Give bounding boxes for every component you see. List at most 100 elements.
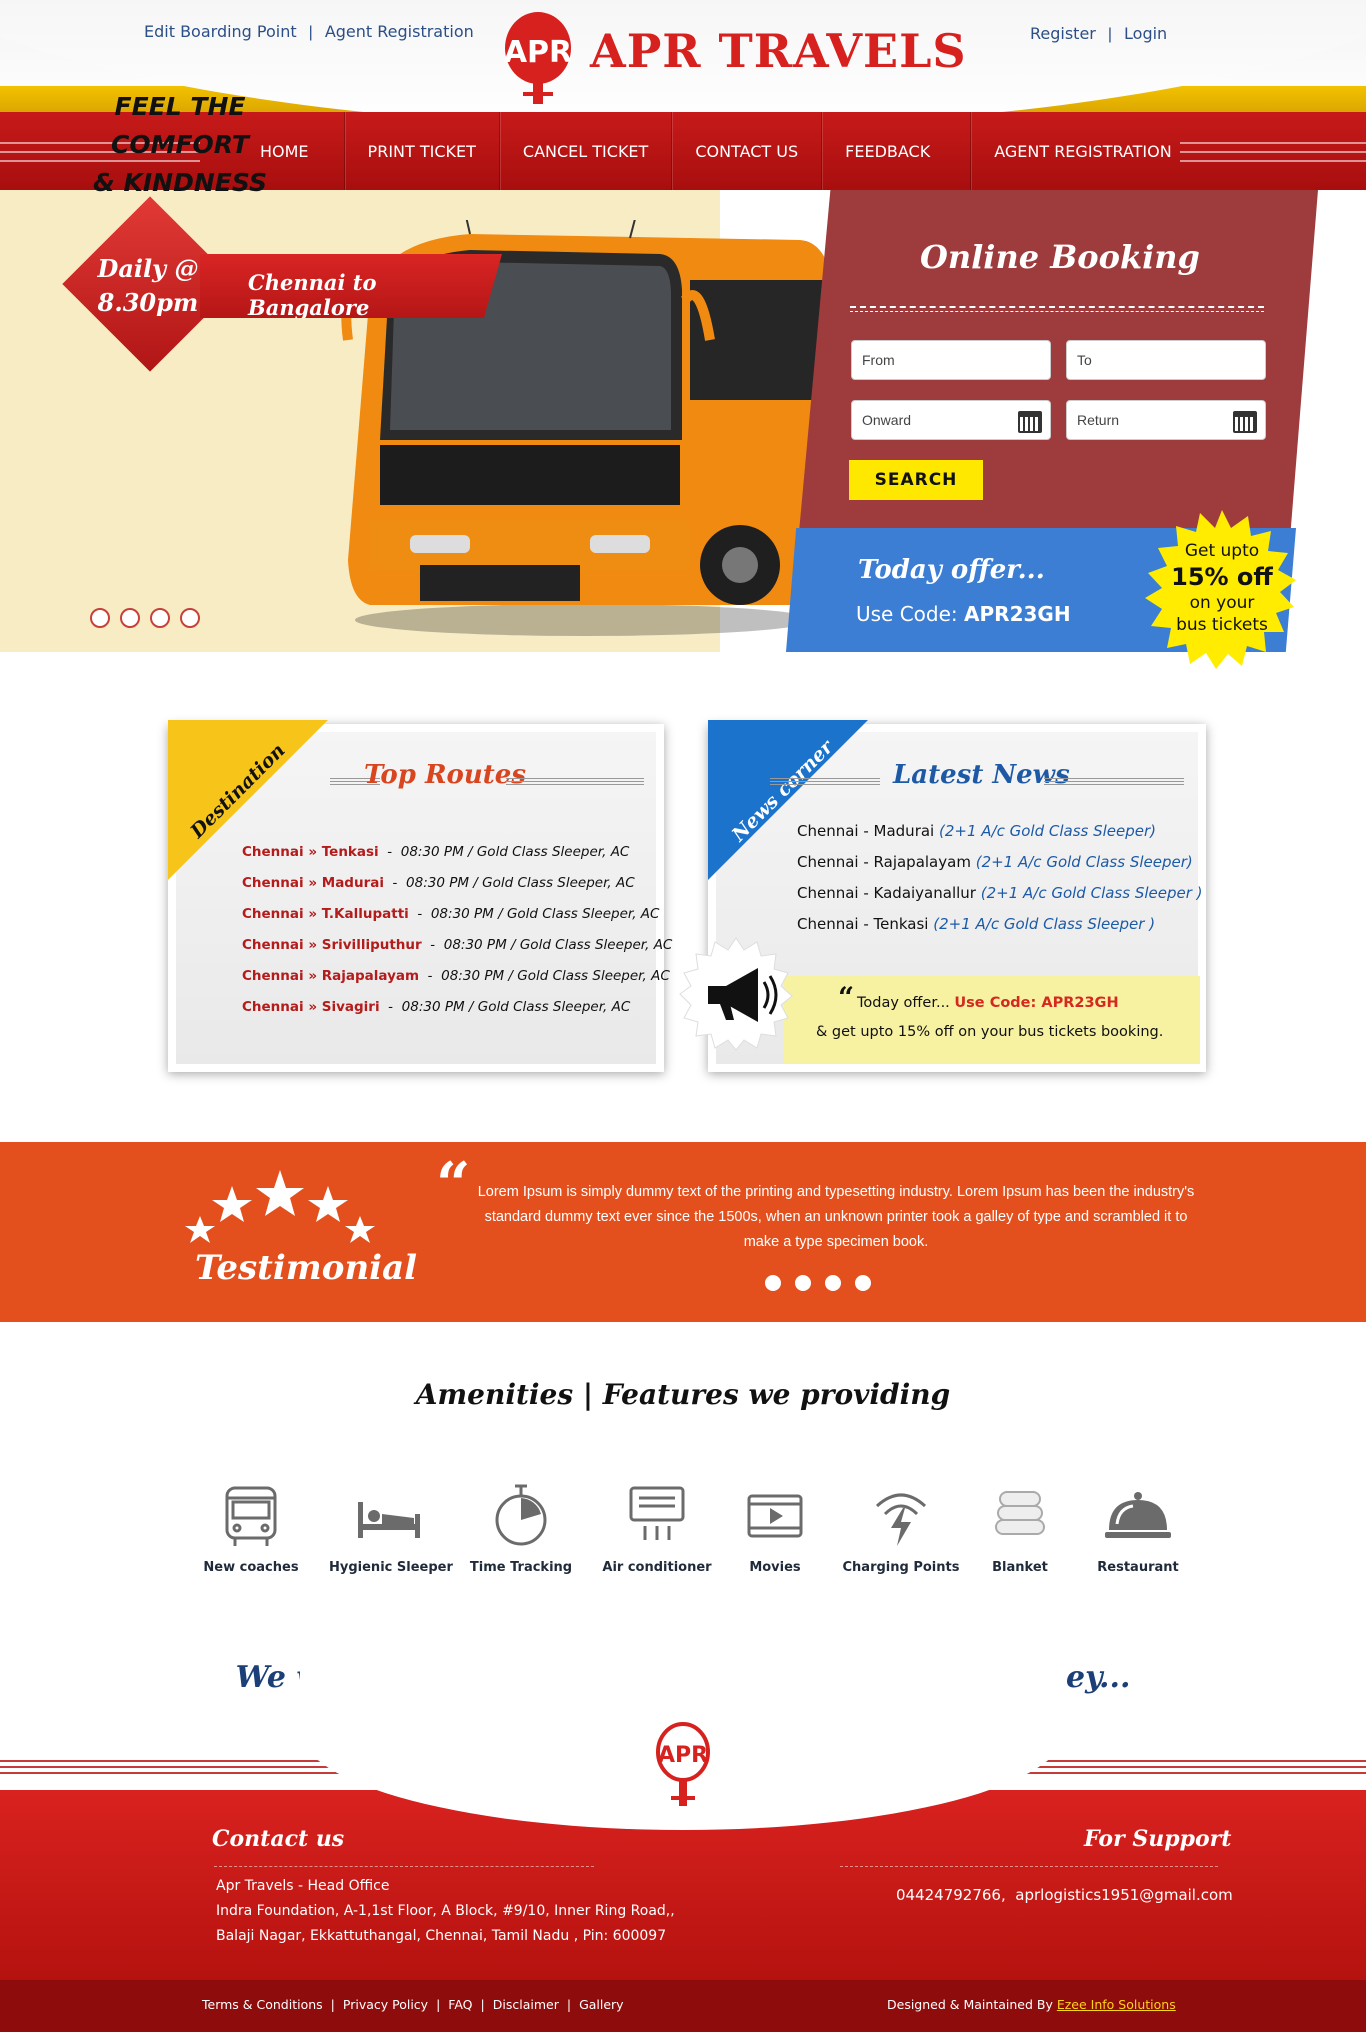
apr-logo-icon[interactable]: APR	[503, 10, 573, 110]
news-detail: (2+1 A/c Gold Class Sleeper)	[975, 853, 1193, 871]
apr-footer-logo-icon[interactable]: APR	[656, 1722, 710, 1814]
amenity-label: Restaurant	[1097, 1560, 1179, 1575]
slide-dot[interactable]	[180, 608, 200, 628]
nav-print-ticket[interactable]: PRINT TICKET	[345, 112, 500, 190]
news-offer-line2: & get upto 15% off on your bus tickets b…	[816, 1024, 1164, 1040]
link-separator: |	[436, 1997, 441, 2012]
testimonial-dot[interactable]	[795, 1275, 811, 1291]
top-route-item[interactable]: Chennai » Rajapalayam - 08:30 PM / Gold …	[242, 968, 670, 984]
link-separator: |	[480, 1997, 485, 2012]
amenity-label: Movies	[749, 1560, 801, 1575]
air-conditioner-icon	[629, 1486, 685, 1540]
credit-prefix: Designed & Maintained By	[887, 1997, 1053, 2012]
route-detail: 08:30 PM / Gold Class Sleeper, AC	[430, 906, 660, 922]
news-detail: (2+1 A/c Gold Class Sleeper )	[980, 884, 1203, 902]
nav-contact-us[interactable]: CONTACT US	[672, 112, 823, 190]
search-button[interactable]: SEARCH	[849, 460, 983, 500]
testimonial-dot[interactable]	[855, 1275, 871, 1291]
route-name[interactable]: Chennai » Tenkasi	[242, 844, 379, 860]
news-route: Chennai - Tenkasi	[797, 915, 929, 933]
news-detail: (2+1 A/c Gold Class Sleeper)	[939, 822, 1157, 840]
brand-name[interactable]: APR TRAVELS	[590, 24, 967, 78]
edit-boarding-point-link[interactable]: Edit Boarding Point	[144, 22, 297, 41]
support-phone[interactable]: 04424792766,	[896, 1886, 1006, 1904]
amenity-time-tracking: Time Tracking	[461, 1484, 581, 1575]
route-detail: 08:30 PM / Gold Class Sleeper, AC	[401, 999, 631, 1015]
link-separator: |	[566, 1997, 572, 2012]
login-link[interactable]: Login	[1124, 24, 1167, 43]
agent-registration-link[interactable]: Agent Registration	[325, 22, 474, 41]
daily-time-text: Daily @ 8.30pm	[58, 252, 238, 320]
onward-date-input[interactable]: Onward	[851, 400, 1051, 440]
amenity-air-conditioner: Air conditioner	[597, 1484, 717, 1575]
route-name[interactable]: Chennai » Srivilliputhur	[242, 937, 422, 953]
return-date-input[interactable]: Return	[1066, 400, 1266, 440]
news-item[interactable]: Chennai - Kadaiyanallur (2+1 A/c Gold Cl…	[797, 884, 1203, 902]
contact-divider	[214, 1866, 594, 1867]
nav-feedback[interactable]: FEEDBACK	[822, 112, 972, 190]
top-right-links: Register | Login	[1030, 24, 1167, 44]
route-name[interactable]: Chennai » Sivagiri	[242, 999, 380, 1015]
gallery-link[interactable]: Gallery	[579, 1997, 624, 2012]
route-detail: 08:30 PM / Gold Class Sleeper, AC	[406, 875, 635, 891]
route-name[interactable]: Chennai » Rajapalayam	[242, 968, 419, 984]
from-input[interactable]: From	[851, 340, 1051, 380]
news-item[interactable]: Chennai - Tenkasi (2+1 A/c Gold Class Sl…	[797, 915, 1155, 933]
slide-dot[interactable]	[90, 608, 110, 628]
news-route: Chennai - Rajapalayam	[797, 853, 971, 871]
slide-dot[interactable]	[150, 608, 170, 628]
amenity-charging-points: Charging Points	[841, 1484, 961, 1575]
faq-link[interactable]: FAQ	[448, 1997, 472, 2012]
hero-tagline: FEEL THE COMFORT & KINDNESS	[50, 88, 310, 202]
route-name[interactable]: Chennai » T.Kallupatti	[242, 906, 409, 922]
testimonial-dot[interactable]	[765, 1275, 781, 1291]
top-route-item[interactable]: Chennai » Sivagiri - 08:30 PM / Gold Cla…	[242, 999, 630, 1015]
footer-links: Terms & Conditions | Privacy Policy | FAQ |…	[202, 1997, 624, 2012]
link-separator: |	[308, 24, 313, 41]
title-rule-left	[770, 778, 880, 785]
testimonial-dots	[765, 1275, 871, 1291]
news-detail: (2+1 A/c Gold Class Sleeper )	[933, 915, 1156, 933]
route-name[interactable]: Chennai » Madurai	[242, 875, 384, 891]
calendar-icon[interactable]	[1018, 411, 1042, 433]
movie-icon	[747, 1494, 803, 1538]
title-rule-right	[1044, 778, 1184, 785]
quote-mark-icon: “	[838, 981, 855, 1014]
testimonial-text: Lorem Ipsum is simply dummy text of the …	[477, 1184, 1195, 1250]
disclaimer-link[interactable]: Disclaimer	[493, 1997, 559, 2012]
top-left-links: Edit Boarding Point | Agent Registration	[144, 22, 474, 42]
calendar-icon[interactable]	[1233, 411, 1257, 433]
news-item[interactable]: Chennai - Madurai (2+1 A/c Gold Class Sl…	[797, 822, 1156, 840]
news-offer-prefix: Today offer...	[857, 995, 950, 1011]
amenity-label: Hygienic Sleeper	[329, 1560, 453, 1575]
nav-agent-registration[interactable]: AGENT REGISTRATION	[971, 112, 1195, 190]
route-detail: 08:30 PM / Gold Class Sleeper, AC	[441, 968, 670, 984]
top-route-item[interactable]: Chennai » T.Kallupatti - 08:30 PM / Gold…	[242, 906, 659, 922]
address-line-2: Indra Foundation, A-1,1st Floor, A Block…	[216, 1903, 675, 1919]
support-email[interactable]: aprlogistics1951@gmail.com	[1015, 1886, 1232, 1904]
register-link[interactable]: Register	[1030, 24, 1096, 43]
credit-link[interactable]: Ezee Info Solutions	[1057, 1997, 1176, 2012]
title-rule-right	[506, 778, 644, 785]
slide-dot[interactable]	[120, 608, 140, 628]
route-ribbon-text: Chennai to Bangalore	[248, 270, 377, 320]
bus-icon	[225, 1486, 277, 1546]
top-route-item[interactable]: Chennai » Madurai - 08:30 PM / Gold Clas…	[242, 875, 635, 891]
offer-code: APR23GH	[964, 602, 1071, 626]
news-item[interactable]: Chennai - Rajapalayam (2+1 A/c Gold Clas…	[797, 853, 1193, 871]
route-detail: 08:30 PM / Gold Class Sleeper, AC	[400, 844, 630, 860]
to-input[interactable]: To	[1066, 340, 1266, 380]
privacy-link[interactable]: Privacy Policy	[343, 1997, 428, 2012]
amenity-movies: Movies	[715, 1484, 835, 1575]
terms-link[interactable]: Terms & Conditions	[202, 1997, 323, 2012]
burst-line-1: Get upto	[1184, 541, 1260, 561]
nav-cancel-ticket[interactable]: CANCEL TICKET	[500, 112, 673, 190]
booking-title: Online Booking	[920, 238, 1200, 276]
top-route-item[interactable]: Chennai » Srivilliputhur - 08:30 PM / Go…	[242, 937, 672, 953]
top-route-item[interactable]: Chennai » Tenkasi - 08:30 PM / Gold Clas…	[242, 844, 629, 860]
amenity-label: Air conditioner	[602, 1560, 712, 1575]
testimonial-dot[interactable]	[825, 1275, 841, 1291]
amenity-label: Blanket	[992, 1560, 1048, 1575]
megaphone-icon	[679, 937, 793, 1051]
support-divider	[840, 1866, 1218, 1867]
